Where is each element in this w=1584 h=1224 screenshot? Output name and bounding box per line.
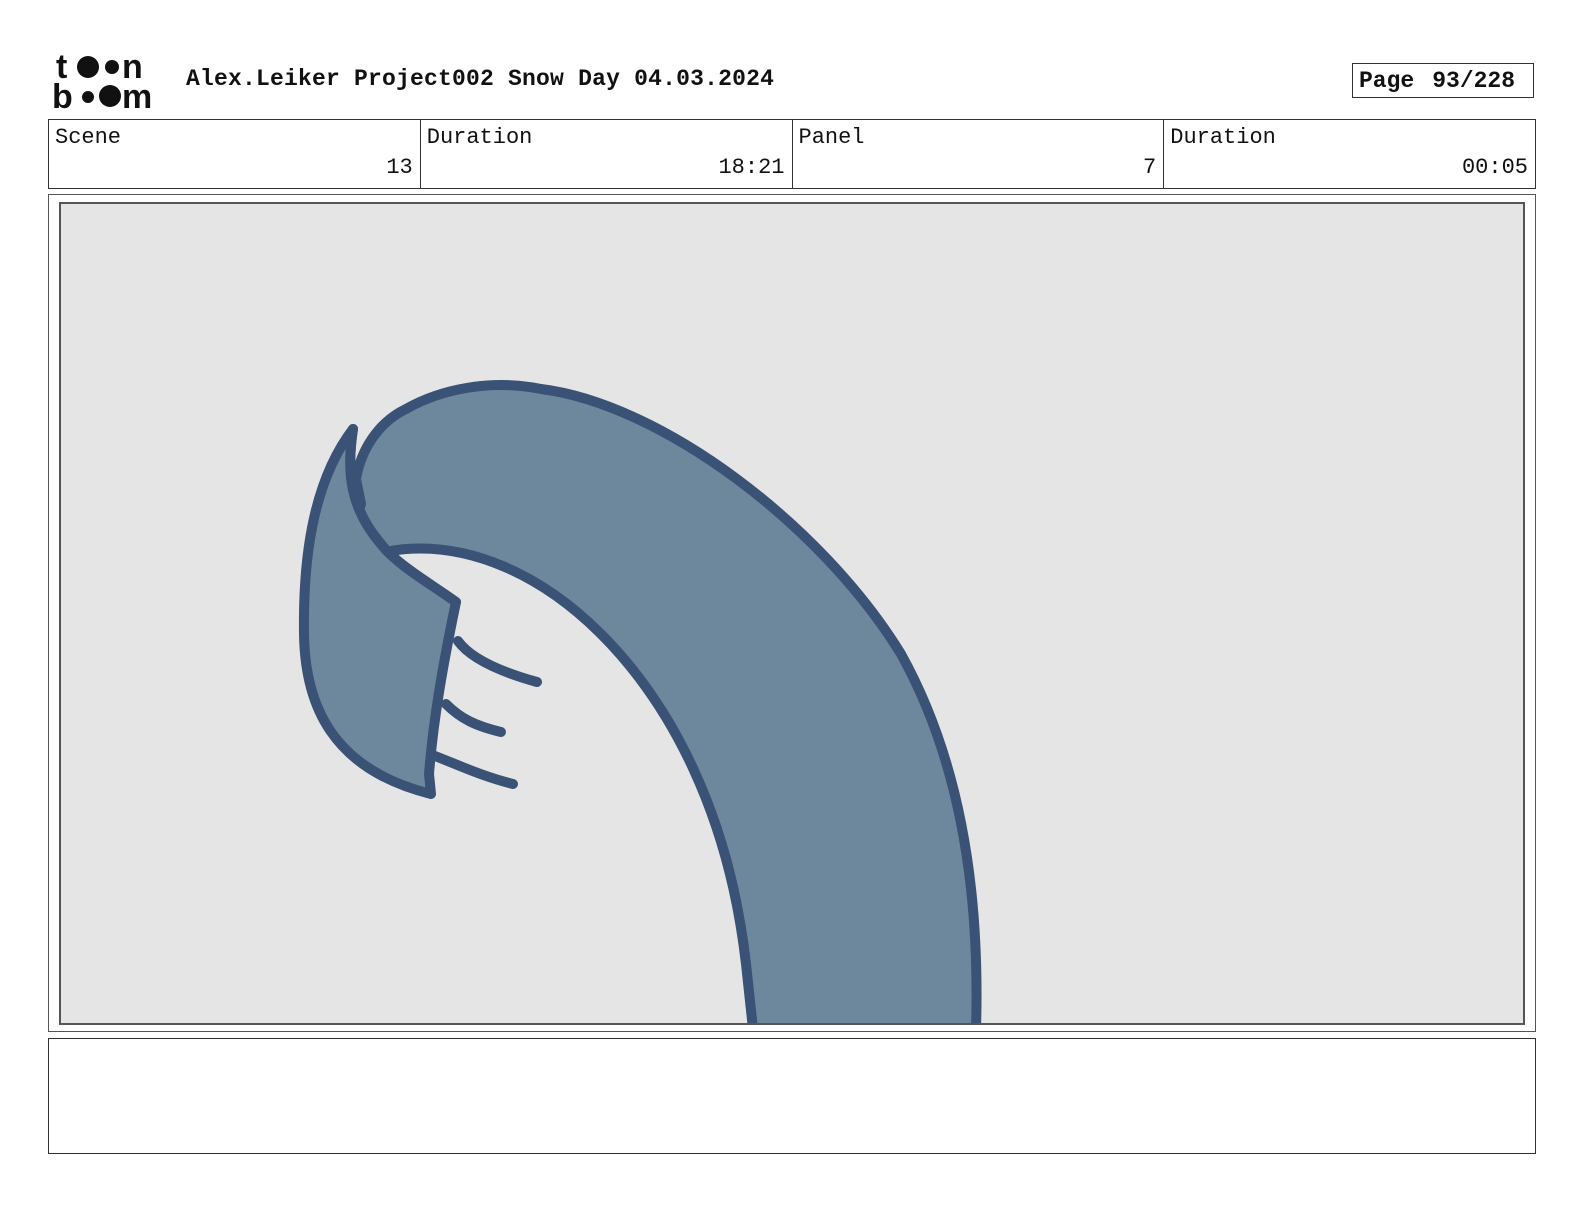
page-label: Page bbox=[1359, 67, 1415, 94]
scene-cell: Scene 13 bbox=[49, 120, 421, 188]
scene-duration-cell: Duration 18:21 bbox=[421, 120, 793, 188]
panel-duration-label: Duration bbox=[1170, 125, 1276, 150]
scene-duration-value: 18:21 bbox=[718, 155, 785, 180]
panel-cell: Panel 7 bbox=[793, 120, 1165, 188]
scene-label: Scene bbox=[55, 125, 122, 150]
svg-text:b: b bbox=[52, 78, 73, 112]
panel-value: 7 bbox=[1143, 155, 1157, 180]
finger-2 bbox=[441, 699, 506, 737]
project-title: Alex.Leiker Project002 Snow Day 04.03.20… bbox=[186, 66, 775, 92]
svg-text:m: m bbox=[122, 78, 152, 112]
panel-drawing bbox=[298, 380, 982, 1023]
toon-boom-logo: t n b m bbox=[52, 50, 164, 112]
scene-info-row: Scene 13 Duration 18:21 Panel 7 Duration… bbox=[48, 119, 1536, 189]
toon-boom-logo-icon: t n b m bbox=[52, 50, 152, 112]
finger-3 bbox=[430, 751, 518, 789]
page-number: 93/228 bbox=[1432, 67, 1516, 94]
panel-notes-box[interactable] bbox=[48, 1038, 1536, 1154]
scene-duration-label: Duration bbox=[426, 125, 533, 150]
storyboard-panel-frame bbox=[48, 194, 1536, 1032]
panel-label: Panel bbox=[798, 125, 865, 150]
panel-duration-cell: Duration 00:05 bbox=[1164, 120, 1535, 188]
scene-value: 13 bbox=[386, 155, 413, 180]
storyboard-panel-image bbox=[59, 202, 1525, 1025]
page-indicator: Page 93/228 bbox=[1352, 63, 1534, 98]
panel-duration-value: 00:05 bbox=[1461, 155, 1528, 180]
finger-1 bbox=[453, 636, 542, 687]
